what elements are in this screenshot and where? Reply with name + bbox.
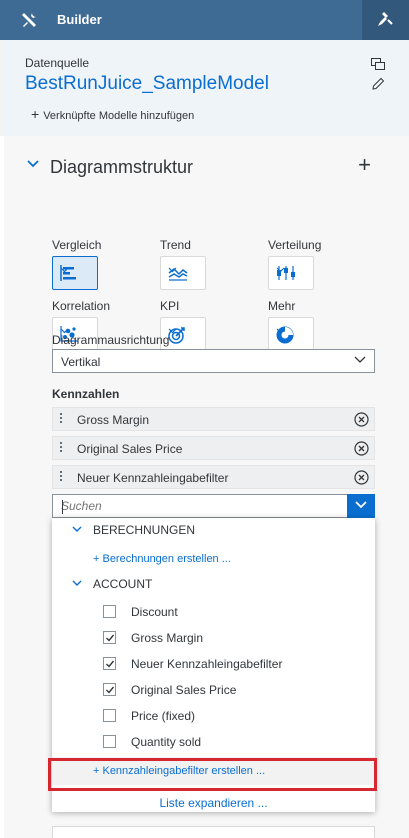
drag-handle-icon[interactable] — [60, 413, 63, 426]
datasource-model-name[interactable]: BestRunJuice_SampleModel — [25, 73, 269, 95]
measure-item[interactable]: Gross Margin — [52, 407, 375, 431]
option-label: Original Sales Price — [131, 683, 237, 697]
remove-circle-icon[interactable] — [354, 470, 369, 485]
measure-search-field[interactable] — [52, 494, 375, 518]
chart-type-comparison-button[interactable] — [52, 256, 98, 290]
copy-icon[interactable] — [371, 58, 385, 70]
highlight-annotation-box — [48, 758, 377, 791]
checkbox-checked[interactable] — [103, 631, 116, 644]
measure-item[interactable]: Neuer Kennzahleingabefilter — [52, 465, 375, 489]
option-label: Discount — [131, 605, 178, 619]
chevron-down-icon — [27, 160, 39, 168]
chart-structure-section: Diagrammstruktur + Vergleich Trend Verte… — [4, 136, 409, 838]
option-discount[interactable]: Discount — [52, 598, 375, 624]
plus-icon: + — [31, 106, 40, 122]
option-label: Price (fixed) — [131, 709, 196, 723]
checkmark-icon — [106, 660, 115, 668]
create-calculation-link[interactable]: + Berechnungen erstellen ... — [93, 553, 231, 565]
chart-structure-header[interactable]: Diagrammstruktur + — [4, 152, 409, 182]
measure-item-label: Neuer Kennzahleingabefilter — [77, 471, 229, 485]
measure-item[interactable]: Original Sales Price — [52, 436, 375, 460]
option-label: Quantity sold — [131, 735, 202, 749]
chart-type-trend-button[interactable] — [160, 256, 206, 290]
builder-header: Builder — [0, 0, 409, 40]
option-price-fixed[interactable]: Price (fixed) — [52, 702, 375, 728]
chevron-down-icon — [60, 267, 69, 273]
option-input-filter[interactable]: Neuer Kennzahleingabefilter — [52, 650, 375, 676]
orientation-value: Vertikal — [61, 355, 101, 369]
checkbox[interactable] — [103, 735, 116, 748]
group-label: BERECHNUNGEN — [93, 523, 196, 537]
group-label: ACCOUNT — [93, 577, 153, 591]
drag-handle-icon[interactable] — [60, 471, 63, 484]
add-linked-models-link[interactable]: + Verknüpfte Modelle hinzufügen — [31, 106, 194, 122]
chevron-down-icon — [276, 267, 285, 273]
checkbox[interactable] — [103, 709, 116, 722]
option-label: Gross Margin — [131, 631, 204, 645]
tools-icon — [22, 13, 36, 27]
group-header-account[interactable]: ACCOUNT — [52, 572, 375, 596]
measure-search-input[interactable] — [61, 498, 341, 514]
designer-toggle-button[interactable] — [362, 0, 409, 40]
chevron-down-icon — [72, 526, 82, 532]
option-quantity-sold[interactable]: Quantity sold — [52, 728, 375, 754]
chevron-down-icon — [168, 267, 177, 273]
chevron-down-icon — [354, 356, 366, 363]
option-original-sales-price[interactable]: Original Sales Price — [52, 676, 375, 702]
text-cursor — [62, 500, 63, 514]
remove-circle-icon[interactable] — [354, 412, 369, 427]
chart-type-label-kpi: KPI — [160, 299, 180, 313]
orientation-label: Diagrammausrichtung — [52, 333, 170, 347]
expand-list-link[interactable]: Liste expandieren ... — [52, 796, 375, 810]
chart-type-label-distribution: Verteilung — [268, 238, 322, 252]
chart-type-label-trend: Trend — [160, 238, 191, 252]
checkmark-icon — [106, 686, 115, 694]
orientation-select[interactable]: Vertikal — [52, 349, 375, 373]
datasource-label: Datenquelle — [25, 56, 90, 70]
measures-label: Kennzahlen — [52, 387, 120, 401]
measure-item-label: Gross Margin — [77, 413, 150, 427]
remove-circle-icon[interactable] — [354, 441, 369, 456]
chevron-down-icon — [355, 501, 367, 509]
filter-field[interactable] — [52, 826, 375, 838]
datasource-section: Datenquelle BestRunJuice_SampleModel + Ve… — [0, 40, 409, 136]
builder-title: Builder — [57, 12, 102, 27]
edit-pencil-icon[interactable] — [371, 77, 385, 91]
chart-type-label-more: Mehr — [268, 299, 296, 313]
checkmark-icon — [106, 634, 115, 642]
gavel-icon — [378, 12, 393, 26]
chart-type-label-correlation: Korrelation — [52, 299, 111, 313]
checkbox-checked[interactable] — [103, 657, 116, 670]
chart-structure-title: Diagrammstruktur — [50, 157, 194, 177]
chart-type-label-comparison: Vergleich — [52, 238, 102, 252]
checkbox-checked[interactable] — [103, 683, 116, 696]
builder-panel: Datenquelle BestRunJuice_SampleModel + Ve… — [0, 40, 409, 838]
add-linked-models-label: Verknüpfte Modelle hinzufügen — [43, 110, 195, 122]
chevron-down-icon — [72, 580, 82, 586]
chart-type-distribution-button[interactable] — [268, 256, 314, 290]
chart-type-more-button[interactable] — [268, 317, 314, 351]
measure-item-label: Original Sales Price — [77, 442, 183, 456]
option-label: Neuer Kennzahleingabefilter — [131, 657, 283, 671]
drag-handle-icon[interactable] — [60, 442, 63, 455]
add-icon[interactable]: + — [358, 152, 371, 178]
group-header-calculations[interactable]: BERECHNUNGEN — [52, 518, 375, 542]
search-dropdown-button[interactable] — [347, 494, 375, 518]
chevron-down-icon — [276, 328, 285, 334]
option-gross-margin[interactable]: Gross Margin — [52, 624, 375, 650]
checkbox[interactable] — [103, 605, 116, 618]
